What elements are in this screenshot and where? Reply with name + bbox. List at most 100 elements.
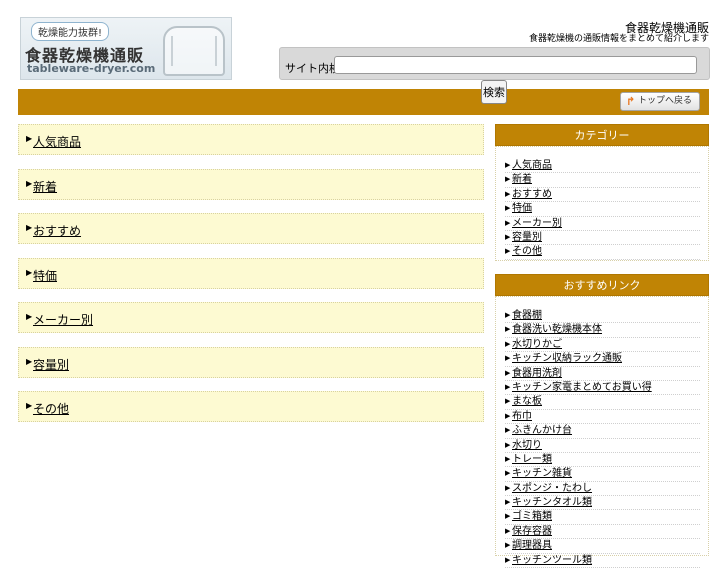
category-link[interactable]: メーカー別 xyxy=(33,311,93,328)
triangle-right-icon: ▶ xyxy=(505,426,511,435)
sidebar-item: ▶ 食器棚 xyxy=(505,309,700,324)
sidebar-item: ▶ 食器用洗剤 xyxy=(505,367,700,381)
category-link[interactable]: 容量別 xyxy=(33,356,69,373)
sidebar-links-heading: おすすめリンク xyxy=(495,274,709,296)
category-box: ▶ おすすめ xyxy=(18,213,484,244)
triangle-right-icon: ▶ xyxy=(505,469,511,478)
triangle-right-icon: ▶ xyxy=(505,189,511,198)
triangle-right-icon: ▶ xyxy=(505,368,511,377)
sidebar-link[interactable]: 保存容器 xyxy=(512,525,552,538)
sidebar-item: ▶ トレー類 xyxy=(505,453,700,468)
sidebar-item: ▶ 新着 xyxy=(505,173,700,188)
sidebar-link[interactable]: スポンジ・たわし xyxy=(512,482,592,495)
triangle-right-icon: ▶ xyxy=(505,526,511,535)
logo-name-en: tableware-dryer.com xyxy=(27,62,156,75)
sidebar-link[interactable]: 食器棚 xyxy=(512,309,542,322)
site-description: 食器乾燥機の通販情報をまとめて紹介します xyxy=(528,34,709,44)
sidebar-item: ▶ スポンジ・たわし xyxy=(505,482,700,497)
triangle-right-icon: ▶ xyxy=(26,134,33,143)
sidebar-category-list: ▶ 人気商品 ▶ 新着 ▶ おすすめ ▶ 特価 ▶ メーカー別 ▶ 容量別 ▶ その他 xyxy=(505,159,700,260)
triangle-right-icon: ▶ xyxy=(505,354,511,363)
triangle-right-icon: ▶ xyxy=(26,401,33,410)
sidebar-link[interactable]: ゴミ箱類 xyxy=(512,510,552,523)
sidebar-link[interactable]: 新着 xyxy=(512,173,532,186)
sidebar-link[interactable]: おすすめ xyxy=(512,188,552,201)
search-bar: サイト内検索 xyxy=(279,47,710,80)
sidebar-item: ▶ メーカー別 xyxy=(505,217,700,231)
sidebar-link[interactable]: 水切りかご xyxy=(512,338,562,351)
category-link[interactable]: 新着 xyxy=(33,178,57,195)
sidebar-link[interactable]: その他 xyxy=(512,245,542,258)
triangle-right-icon: ▶ xyxy=(505,175,511,184)
category-box: ▶ 容量別 xyxy=(18,347,484,378)
triangle-right-icon: ▶ xyxy=(505,311,511,319)
triangle-right-icon: ▶ xyxy=(505,397,511,406)
sidebar-item: ▶ 水切り xyxy=(505,439,700,453)
triangle-right-icon: ▶ xyxy=(26,179,33,188)
sidebar-link[interactable]: 容量別 xyxy=(512,231,542,244)
triangle-right-icon: ▶ xyxy=(505,440,511,449)
sidebar-link[interactable]: キッチンツール類 xyxy=(512,554,592,567)
sidebar-item: ▶ 水切りかご xyxy=(505,338,700,353)
nav-bar xyxy=(18,89,709,115)
sidebar-link[interactable]: 人気商品 xyxy=(512,159,552,172)
category-link[interactable]: おすすめ xyxy=(33,222,81,239)
sidebar-item: ▶ ゴミ箱類 xyxy=(505,510,700,525)
triangle-right-icon: ▶ xyxy=(505,218,511,227)
category-link[interactable]: 特価 xyxy=(33,267,57,284)
sidebar-links-list: ▶ 食器棚 ▶ 食器洗い乾燥機本体 ▶ 水切りかご ▶ キッチン収納ラック通販 ▶ 食器用… xyxy=(505,309,700,568)
category-box: ▶ 特価 xyxy=(18,258,484,289)
sidebar-item: ▶ 容量別 xyxy=(505,231,700,246)
sidebar-link[interactable]: 布巾 xyxy=(512,410,532,423)
triangle-right-icon: ▶ xyxy=(26,357,33,366)
triangle-right-icon: ▶ xyxy=(26,268,33,277)
triangle-right-icon: ▶ xyxy=(505,161,511,169)
sidebar-link[interactable]: 食器用洗剤 xyxy=(512,367,562,380)
sidebar-item: ▶ 調理器具 xyxy=(505,539,700,554)
triangle-right-icon: ▶ xyxy=(26,223,33,232)
sidebar-item: ▶ キッチンツール類 xyxy=(505,554,700,568)
search-input[interactable] xyxy=(334,56,697,74)
sidebar-link[interactable]: キッチン雑貨 xyxy=(512,467,572,480)
dish-dryer-illustration xyxy=(163,26,225,76)
logo-tagline: 乾燥能力抜群! xyxy=(31,22,110,41)
sidebar-link[interactable]: まな板 xyxy=(512,395,542,408)
sidebar-item: ▶ キッチンタオル類 xyxy=(505,496,700,511)
search-button[interactable]: 検索 xyxy=(481,80,507,104)
sidebar-item: ▶ 特価 xyxy=(505,202,700,217)
category-box: ▶ メーカー別 xyxy=(18,302,484,333)
sidebar-link[interactable]: キッチン家電まとめてお買い得 xyxy=(512,381,652,394)
sidebar-link[interactable]: 調理器具 xyxy=(512,539,552,552)
triangle-right-icon: ▶ xyxy=(505,204,511,213)
sidebar-link[interactable]: 特価 xyxy=(512,202,532,215)
sidebar-link[interactable]: メーカー別 xyxy=(512,217,562,230)
sidebar-link[interactable]: キッチン収納ラック通販 xyxy=(512,352,622,365)
sidebar-item: ▶ おすすめ xyxy=(505,188,700,203)
sidebar-category-heading: カテゴリー xyxy=(495,124,709,146)
back-to-top-button[interactable]: ↱ トップへ戻る xyxy=(620,92,700,111)
triangle-right-icon: ▶ xyxy=(505,512,511,521)
sidebar-link[interactable]: 水切り xyxy=(512,439,542,452)
category-link[interactable]: 人気商品 xyxy=(33,133,81,150)
back-to-top-label: トップへ戻る xyxy=(637,96,692,106)
sidebar-item: ▶ キッチン収納ラック通販 xyxy=(505,352,700,367)
triangle-right-icon: ▶ xyxy=(505,454,511,463)
sidebar-item: ▶ 保存容器 xyxy=(505,525,700,540)
sidebar-item: ▶ 食器洗い乾燥機本体 xyxy=(505,323,700,338)
triangle-right-icon: ▶ xyxy=(505,232,511,241)
triangle-right-icon: ▶ xyxy=(505,541,511,550)
return-arrow-icon: ↱ xyxy=(626,95,636,108)
triangle-right-icon: ▶ xyxy=(505,325,511,334)
sidebar-item: ▶ キッチン雑貨 xyxy=(505,467,700,482)
sidebar-link[interactable]: 食器洗い乾燥機本体 xyxy=(512,323,602,336)
triangle-right-icon: ▶ xyxy=(505,498,511,507)
triangle-right-icon: ▶ xyxy=(505,555,511,564)
category-box: ▶ 新着 xyxy=(18,169,484,200)
site-logo[interactable]: 乾燥能力抜群! 食器乾燥機通販 tableware-dryer.com xyxy=(20,17,232,80)
triangle-right-icon: ▶ xyxy=(505,247,511,256)
sidebar-link[interactable]: キッチンタオル類 xyxy=(512,496,592,509)
category-link[interactable]: その他 xyxy=(33,400,69,417)
sidebar-link[interactable]: ふきんかけ台 xyxy=(512,424,572,437)
sidebar-item: ▶ その他 xyxy=(505,245,700,260)
sidebar-link[interactable]: トレー類 xyxy=(512,453,552,466)
